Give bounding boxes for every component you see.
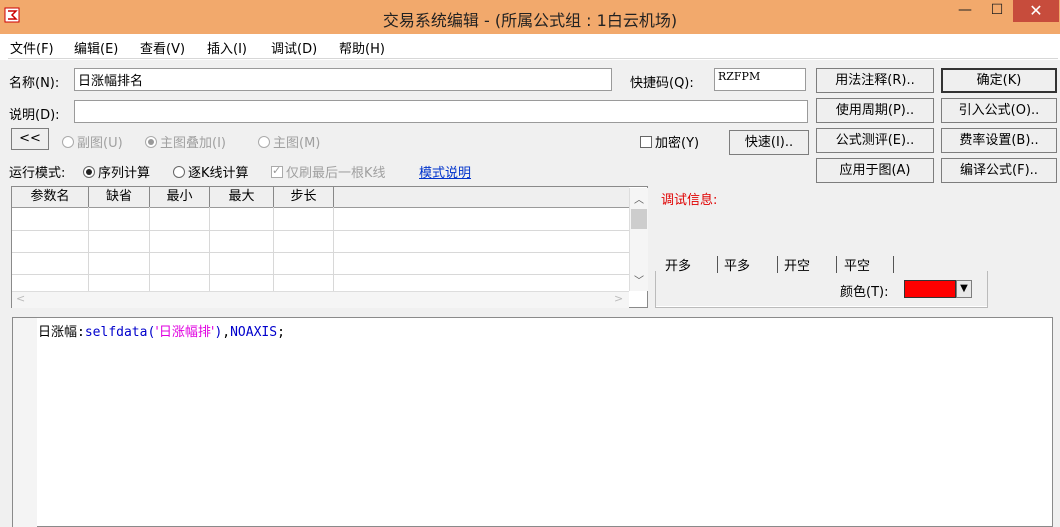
col-default[interactable]: 缺省 <box>89 187 150 207</box>
editor-gutter <box>13 318 37 527</box>
scroll-left-icon[interactable]: < <box>16 292 25 305</box>
back-button[interactable]: << <box>11 128 49 150</box>
menu-file[interactable]: 文件(F) <box>10 38 54 57</box>
per-k-calc-radio[interactable]: 逐K线计算 <box>173 162 249 181</box>
menu-help[interactable]: 帮助(H) <box>339 38 385 57</box>
col-step[interactable]: 步长 <box>274 187 334 207</box>
encrypt-checkbox[interactable]: 加密(Y) <box>640 132 699 151</box>
grid-divider <box>333 207 334 291</box>
tab-divider <box>777 256 778 273</box>
menu-insert[interactable]: 插入(I) <box>207 38 247 57</box>
scroll-up-icon[interactable]: ︿ <box>634 191 644 206</box>
apply-to-chart-button[interactable]: 应用于图(A) <box>816 158 934 183</box>
grid-divider <box>209 207 210 291</box>
scroll-down-icon[interactable]: ﹀ <box>634 272 644 287</box>
window-title: 交易系统编辑 - (所属公式组 : 1白云机场) <box>382 11 678 30</box>
sequence-calc-radio[interactable]: 序列计算 <box>83 162 150 181</box>
per-k-calc-label: 逐K线计算 <box>188 166 249 181</box>
code-string: '日涨幅排' <box>155 325 215 340</box>
color-swatch[interactable] <box>904 280 956 298</box>
menu-view[interactable]: 查看(V) <box>140 38 185 57</box>
run-mode-label: 运行模式: <box>9 166 66 181</box>
maximize-button[interactable]: ☐ <box>982 0 1012 22</box>
table-row[interactable] <box>12 274 629 275</box>
tab-close-short[interactable]: 平空 <box>844 255 870 274</box>
evaluate-button[interactable]: 公式测评(E).. <box>816 128 934 153</box>
only-last-checkbox[interactable]: 仅刷最后一根K线 <box>271 162 386 181</box>
scroll-thumb[interactable] <box>631 209 647 229</box>
quick-button[interactable]: 快速(I).. <box>729 130 809 155</box>
code-variable: 日涨幅 <box>38 325 78 340</box>
debug-info-label: 调试信息: <box>661 193 718 208</box>
shortcut-input[interactable]: RZFPM <box>714 68 806 91</box>
tab-close-long[interactable]: 平多 <box>724 255 750 274</box>
shortcut-label: 快捷码(Q): <box>630 76 694 91</box>
code-comma: , <box>222 325 231 340</box>
col-max[interactable]: 最大 <box>210 187 274 207</box>
ok-button[interactable]: 确定(K) <box>941 68 1057 93</box>
menu-edit[interactable]: 编辑(E) <box>74 38 118 57</box>
color-label: 颜色(T): <box>840 285 889 300</box>
fee-settings-button[interactable]: 费率设置(B).. <box>941 128 1057 153</box>
param-horizontal-scrollbar[interactable]: < > <box>12 291 629 308</box>
sub-chart-label: 副图(U) <box>77 136 123 151</box>
code-function: selfdata( <box>84 325 156 340</box>
table-row[interactable] <box>12 230 629 231</box>
name-input[interactable]: 日涨幅排名 <box>74 68 612 91</box>
grid-divider <box>88 207 89 291</box>
import-formula-button[interactable]: 引入公式(O).. <box>941 98 1057 123</box>
grid-divider <box>149 207 150 291</box>
main-chart-radio[interactable]: 主图(M) <box>258 132 320 151</box>
menu-debug[interactable]: 调试(D) <box>271 38 317 57</box>
code-keyword: NOAXIS <box>230 325 278 340</box>
desc-input[interactable] <box>74 100 808 123</box>
color-dropdown-icon[interactable]: ▼ <box>956 280 972 298</box>
mode-help-link[interactable]: 模式说明 <box>419 162 471 181</box>
table-row[interactable] <box>12 252 629 253</box>
grid-divider <box>273 207 274 291</box>
period-button[interactable]: 使用周期(P).. <box>816 98 934 123</box>
scroll-right-icon[interactable]: > <box>614 292 623 305</box>
param-vertical-scrollbar[interactable]: ︿ ﹀ <box>629 188 648 291</box>
name-label: 名称(N): <box>9 76 60 91</box>
tab-divider <box>893 256 894 273</box>
only-last-label: 仅刷最后一根K线 <box>286 166 386 181</box>
desc-label: 说明(D): <box>9 108 60 123</box>
tab-open-long[interactable]: 开多 <box>665 255 691 274</box>
code-line[interactable]: 日涨幅:selfdata('日涨幅排'),NOAXIS; <box>38 321 285 340</box>
code-operator: : <box>77 325 85 340</box>
tab-divider <box>717 256 718 273</box>
main-overlay-radio[interactable]: 主图叠加(I) <box>145 132 226 151</box>
encrypt-label: 加密(Y) <box>655 136 700 151</box>
close-button[interactable]: ✕ <box>1013 0 1059 22</box>
col-min[interactable]: 最小 <box>150 187 210 207</box>
tab-open-short[interactable]: 开空 <box>784 255 810 274</box>
col-param-name[interactable]: 参数名 <box>12 187 89 207</box>
main-chart-label: 主图(M) <box>273 136 321 151</box>
main-overlay-label: 主图叠加(I) <box>160 136 226 151</box>
minimize-button[interactable]: — <box>950 0 980 22</box>
menu-divider <box>8 58 1058 59</box>
sequence-calc-label: 序列计算 <box>98 166 151 181</box>
tab-divider <box>836 256 837 273</box>
sub-chart-radio[interactable]: 副图(U) <box>62 132 123 151</box>
compile-formula-button[interactable]: 编译公式(F).. <box>941 158 1057 183</box>
code-editor[interactable] <box>12 317 1053 527</box>
usage-notes-button[interactable]: 用法注释(R).. <box>816 68 934 93</box>
code-semicolon: ; <box>277 325 285 340</box>
